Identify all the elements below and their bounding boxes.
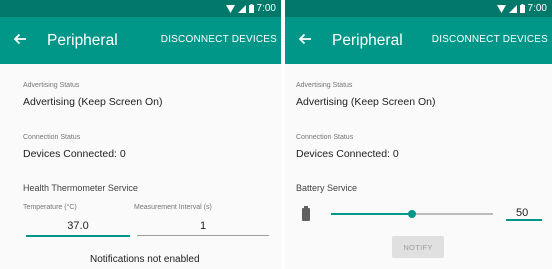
connection-status-value: Devices Connected: 0 [296, 148, 399, 160]
advertising-status-label: Advertising Status [23, 82, 80, 89]
slider-thumb[interactable] [408, 210, 416, 218]
app-bar: Peripheral DISCONNECT DEVICES [0, 17, 281, 64]
battery-level-slider[interactable] [331, 208, 493, 220]
connection-status-value: Devices Connected: 0 [23, 148, 126, 160]
battery-icon [302, 208, 310, 221]
wifi-icon [225, 4, 235, 13]
page-title: Peripheral [332, 32, 403, 49]
battery-status-icon [248, 4, 254, 13]
arrow-back-icon[interactable] [11, 30, 29, 48]
notify-button[interactable]: NOTIFY [392, 236, 444, 258]
status-time: 7:00 [256, 3, 276, 14]
signal-icon [508, 4, 517, 13]
status-bar: 7:00 [285, 0, 552, 17]
service-title: Battery Service [296, 183, 358, 193]
disconnect-devices-button[interactable]: DISCONNECT DEVICES [432, 34, 548, 45]
advertising-status-label: Advertising Status [296, 82, 353, 89]
status-bar: 7:00 [0, 0, 281, 17]
connection-status-label: Connection Status [296, 134, 354, 141]
right-screen: 7:00 Peripheral DISCONNECT DEVICES Adver… [285, 0, 552, 269]
wifi-icon [496, 4, 506, 13]
advertising-status-value: Advertising (Keep Screen On) [23, 96, 163, 108]
disconnect-devices-button[interactable]: DISCONNECT DEVICES [161, 34, 277, 45]
status-time: 7:00 [527, 3, 547, 14]
left-screen: 7:00 Peripheral DISCONNECT DEVICES Adver… [0, 0, 281, 269]
slider-fill [331, 213, 412, 215]
app-bar: Peripheral DISCONNECT DEVICES [285, 17, 552, 64]
temperature-label: Temperature (°C) [23, 204, 77, 211]
notifications-note: Notifications not enabled [90, 254, 200, 265]
page-title: Peripheral [47, 32, 118, 49]
measurement-interval-input[interactable]: 1 [137, 220, 269, 236]
measurement-interval-label: Measurement Interval (s) [134, 204, 212, 211]
battery-level-input[interactable]: 50 [506, 207, 542, 221]
battery-status-icon [519, 4, 525, 13]
temperature-input[interactable]: 37.0 [26, 220, 130, 237]
connection-status-label: Connection Status [23, 134, 81, 141]
advertising-status-value: Advertising (Keep Screen On) [296, 96, 436, 108]
service-title: Health Thermometer Service [23, 183, 138, 193]
signal-icon [237, 4, 246, 13]
arrow-back-icon[interactable] [296, 30, 314, 48]
